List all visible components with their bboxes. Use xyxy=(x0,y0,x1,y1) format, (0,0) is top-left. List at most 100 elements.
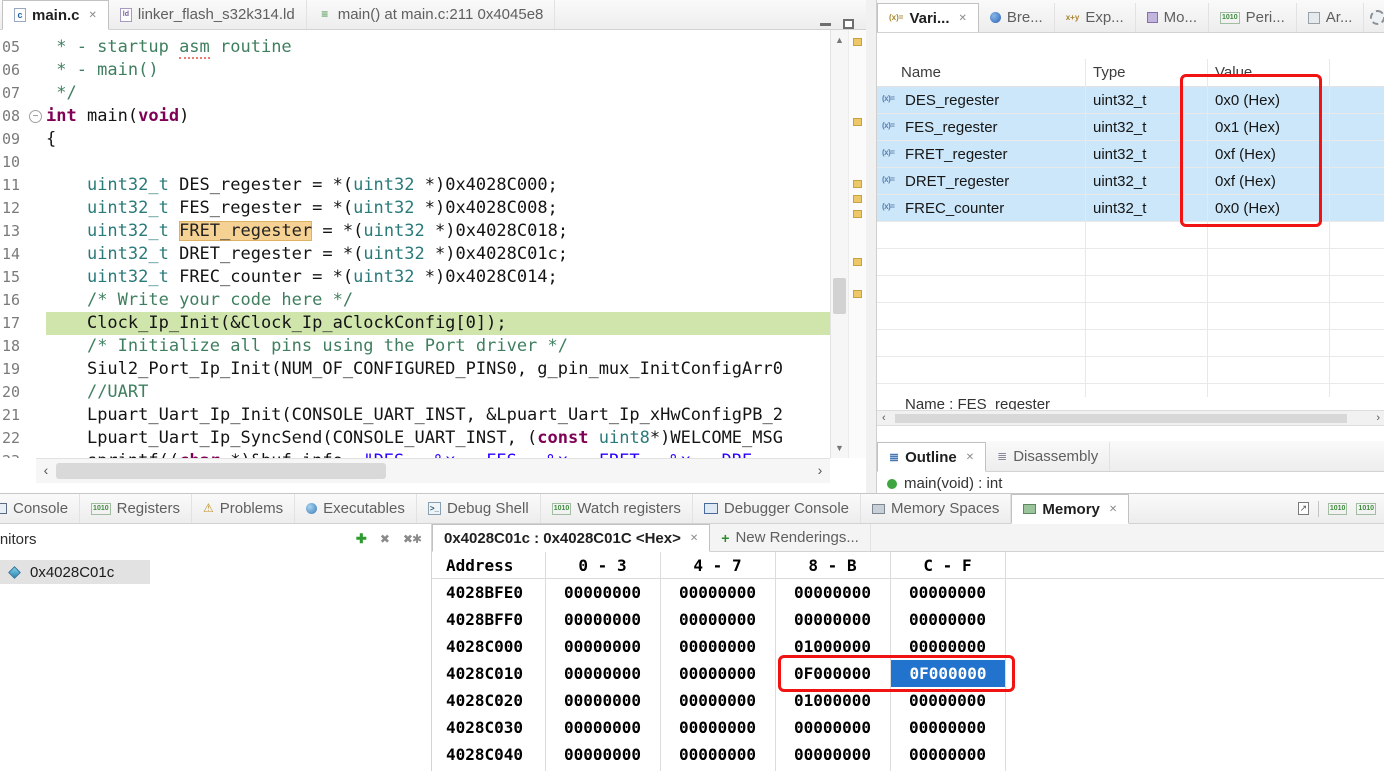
memory-cell[interactable]: 00000000 xyxy=(890,579,1005,606)
memory-cell[interactable]: 00000000 xyxy=(545,660,660,687)
line-number[interactable]: 14 xyxy=(0,243,26,266)
rendering-tab-0x4028c01c-0x4028c01c-hex[interactable]: 0x4028C01c : 0x4028C01C <Hex> ✕ xyxy=(432,524,711,552)
code-line-20[interactable]: 20 //UART xyxy=(0,381,830,404)
binary-rendering-icon-2[interactable] xyxy=(1356,502,1376,515)
monitor-item-0x4028c01c[interactable]: 0x4028C01c xyxy=(0,560,150,584)
editor-horizontal-scrollbar[interactable]: ‹ › xyxy=(36,458,830,483)
line-number[interactable]: 05 xyxy=(0,36,26,59)
column-header-type[interactable]: Type xyxy=(1093,59,1126,87)
memory-cell[interactable]: 00000000 xyxy=(890,633,1005,660)
memory-cell[interactable]: 00000000 xyxy=(545,687,660,714)
binary-rendering-icon[interactable] xyxy=(1327,502,1348,515)
remove-all-monitors-icon[interactable] xyxy=(403,532,421,546)
view-tab-debugger-console[interactable]: Debugger Console xyxy=(693,494,861,523)
memory-cell[interactable]: 00000000 xyxy=(775,606,890,633)
export-icon[interactable] xyxy=(1297,502,1309,515)
close-icon[interactable]: ✕ xyxy=(690,533,698,544)
line-number[interactable]: 13 xyxy=(0,220,26,243)
rendering-tab-new-renderings[interactable]: New Renderings... xyxy=(710,524,871,551)
line-number[interactable]: 11 xyxy=(0,174,26,197)
occurrence-marker[interactable] xyxy=(853,38,862,46)
memory-cell[interactable]: 00000000 xyxy=(890,741,1005,768)
editor-tab-linker-flash-s32k314-ld[interactable]: linker_flash_s32k314.ld xyxy=(109,0,307,29)
close-icon[interactable]: ✕ xyxy=(1109,504,1117,515)
code-line-13[interactable]: 13 uint32_t FRET_regester = *(uint32 *)0… xyxy=(0,220,830,243)
code-line-11[interactable]: 11 uint32_t DES_regester = *(uint32 *)0x… xyxy=(0,174,830,197)
horizontal-scrollbar-thumb[interactable] xyxy=(56,463,386,479)
memory-cell[interactable]: 00000000 xyxy=(775,714,890,741)
memory-cell[interactable]: 00000000 xyxy=(660,660,775,687)
occurrence-marker[interactable] xyxy=(853,258,862,266)
variables-horizontal-scrollbar[interactable]: ‹ › xyxy=(877,410,1384,426)
scroll-up-icon[interactable]: ▲ xyxy=(831,35,848,45)
memory-cell[interactable]: 00000000 xyxy=(775,741,890,768)
vertical-scrollbar-thumb[interactable] xyxy=(833,278,846,314)
memory-cell[interactable]: 00000000 xyxy=(545,633,660,660)
view-tab-exp[interactable]: Exp... xyxy=(1055,3,1136,32)
memory-cell[interactable]: 00000000 xyxy=(660,687,775,714)
code-line-16[interactable]: 16 /* Write your code here */ xyxy=(0,289,830,312)
code-line-18[interactable]: 18 /* Initialize all pins using the Port… xyxy=(0,335,830,358)
code-line-19[interactable]: 19 Siul2_Port_Ip_Init(NUM_OF_CONFIGURED_… xyxy=(0,358,830,381)
scroll-left-icon[interactable]: ‹ xyxy=(882,411,886,425)
clipped-tab-icon[interactable] xyxy=(1370,10,1384,25)
code-line-05[interactable]: 05 * - startup asm routine xyxy=(0,36,830,59)
memory-cell[interactable]: 00000000 xyxy=(890,606,1005,633)
memory-cell[interactable]: 00000000 xyxy=(660,633,775,660)
view-tab-disassembly[interactable]: Disassembly xyxy=(986,442,1111,471)
view-tab-peri[interactable]: Peri... xyxy=(1209,3,1297,32)
editor-tab-main-at-main-c-211-0x4045e8[interactable]: main() at main.c:211 0x4045e8 xyxy=(307,0,556,29)
memory-cell[interactable]: 00000000 xyxy=(660,579,775,606)
scroll-right-icon[interactable]: › xyxy=(1376,411,1380,425)
memory-cell[interactable]: 00000000 xyxy=(775,579,890,606)
code-line-22[interactable]: 22 Lpuart_Uart_Ip_SyncSend(CONSOLE_UART_… xyxy=(0,427,830,450)
remove-monitor-icon[interactable] xyxy=(380,532,390,546)
memory-cell[interactable]: 01000000 xyxy=(775,633,890,660)
line-number[interactable]: 21 xyxy=(0,404,26,427)
add-monitor-icon[interactable] xyxy=(356,532,367,546)
code-editor[interactable]: 05 * - startup asm routine 06 * - main() 0… xyxy=(0,30,830,458)
close-icon[interactable]: ✕ xyxy=(89,10,97,21)
line-number[interactable]: 20 xyxy=(0,381,26,404)
memory-cell[interactable]: 00000000 xyxy=(660,606,775,633)
occurrence-marker[interactable] xyxy=(853,195,862,203)
panel-sash[interactable] xyxy=(866,0,876,493)
line-number[interactable]: 06 xyxy=(0,59,26,82)
occurrence-marker[interactable] xyxy=(853,118,862,126)
code-line-09[interactable]: 09 { xyxy=(0,128,830,151)
memory-cell[interactable]: 00000000 xyxy=(890,714,1005,741)
line-number[interactable]: 15 xyxy=(0,266,26,289)
editor-vertical-scrollbar[interactable]: ▲ ▼ xyxy=(830,30,848,458)
close-icon[interactable]: ✕ xyxy=(958,13,966,24)
view-tab-console[interactable]: Console xyxy=(0,494,81,523)
view-tab-executables[interactable]: Executables xyxy=(295,494,417,523)
variable-row-des-regester[interactable]: (x)= DES_regester uint32_t 0x0 (Hex) xyxy=(877,87,1384,114)
fold-collapse-icon[interactable]: − xyxy=(29,110,42,123)
memory-cell[interactable]: 0F000000 xyxy=(891,660,1005,687)
memory-cell[interactable]: 00000000 xyxy=(890,687,1005,714)
memory-cell[interactable]: 00000000 xyxy=(545,606,660,633)
view-tab-memory-spaces[interactable]: Memory Spaces xyxy=(861,494,1012,523)
variable-row-frec-counter[interactable]: (x)= FREC_counter uint32_t 0x0 (Hex) xyxy=(877,195,1384,222)
view-tab-ar[interactable]: Ar... xyxy=(1297,3,1365,32)
code-line-07[interactable]: 07 */ xyxy=(0,82,830,105)
scroll-down-icon[interactable]: ▼ xyxy=(831,443,848,453)
code-line-12[interactable]: 12 uint32_t FES_regester = *(uint32 *)0x… xyxy=(0,197,830,220)
line-number[interactable]: 16 xyxy=(0,289,26,312)
view-tab-outline[interactable]: Outline ✕ xyxy=(877,442,987,472)
maximize-icon[interactable] xyxy=(843,19,854,29)
view-tab-mo[interactable]: Mo... xyxy=(1136,3,1210,32)
outline-item[interactable]: main(void) : int xyxy=(904,472,1002,492)
memory-cell[interactable]: 00000000 xyxy=(545,579,660,606)
line-number[interactable]: 17 xyxy=(0,312,26,335)
line-number[interactable]: 19 xyxy=(0,358,26,381)
code-line-06[interactable]: 06 * - main() xyxy=(0,59,830,82)
memory-cell[interactable]: 00000000 xyxy=(660,741,775,768)
line-number[interactable]: 12 xyxy=(0,197,26,220)
scroll-right-icon[interactable]: › xyxy=(812,462,828,478)
close-icon[interactable]: ✕ xyxy=(966,452,974,463)
code-line-14[interactable]: 14 uint32_t DRET_regester = *(uint32 *)0… xyxy=(0,243,830,266)
view-tab-debug-shell[interactable]: Debug Shell xyxy=(417,494,541,523)
view-tab-bre[interactable]: Bre... xyxy=(979,3,1055,32)
minimize-icon[interactable] xyxy=(820,22,831,26)
